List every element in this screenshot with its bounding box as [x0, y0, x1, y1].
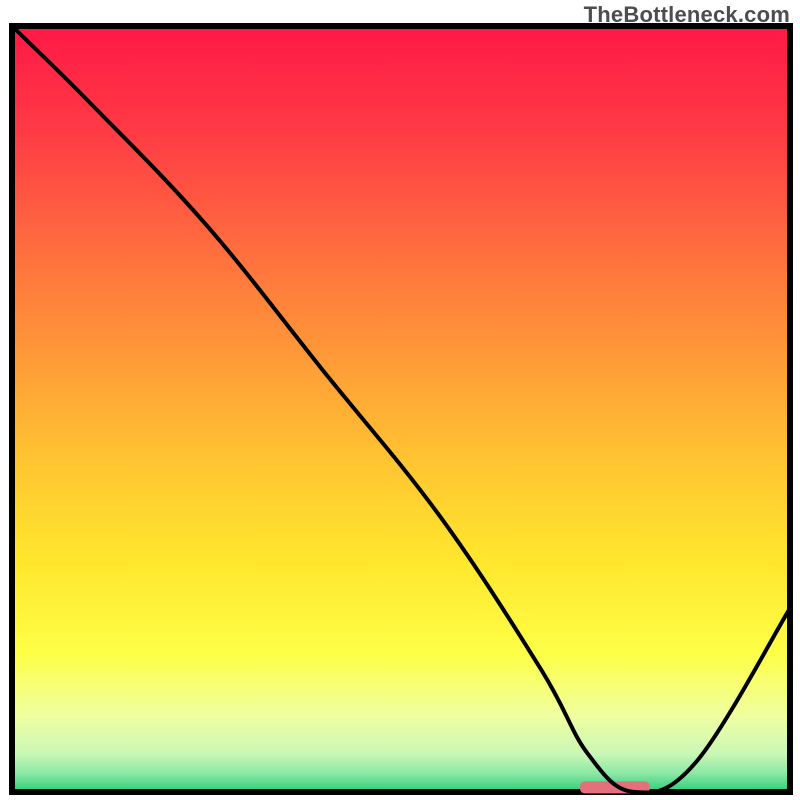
- chart-svg: [0, 0, 800, 800]
- chart-container: TheBottleneck.com: [0, 0, 800, 800]
